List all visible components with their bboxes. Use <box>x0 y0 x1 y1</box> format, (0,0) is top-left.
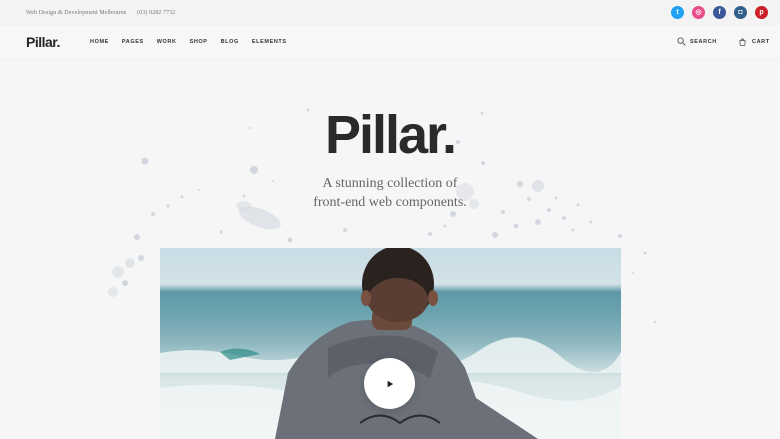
menu-item-blog[interactable]: BLOG <box>221 39 239 45</box>
hero-subtitle-line-2: front-end web components. <box>313 195 467 210</box>
cart-icon <box>739 38 746 46</box>
menu-item-home[interactable]: HOME <box>90 39 109 45</box>
play-button[interactable] <box>364 358 415 409</box>
site-logo[interactable]: Pillar. <box>26 34 60 50</box>
search-icon <box>677 37 686 46</box>
menu-item-elements[interactable]: ELEMENTS <box>252 39 287 45</box>
pinterest-icon[interactable]: p <box>755 6 768 19</box>
tagline: Web Design & Development Melbourne <box>26 10 127 16</box>
facebook-icon[interactable]: f <box>713 6 726 19</box>
search-button[interactable]: SEARCH <box>677 37 717 46</box>
navbar: Pillar. HOME PAGES WORK SHOP BLOG ELEMEN… <box>0 26 780 61</box>
menu-item-pages[interactable]: PAGES <box>122 39 144 45</box>
search-label: SEARCH <box>690 38 717 45</box>
hero-subtitle: A stunning collection of front-end web c… <box>0 174 780 212</box>
top-bar: Web Design & Development Melbourne (03) … <box>0 0 780 26</box>
play-icon <box>387 380 393 387</box>
hero-title: Pillar. <box>324 105 457 165</box>
twitter-icon[interactable]: t <box>671 6 684 19</box>
person-silhouette <box>275 248 538 439</box>
instagram-icon[interactable]: ◘ <box>734 6 747 19</box>
hero-subtitle-line-1: A stunning collection of <box>322 176 458 191</box>
main-menu: HOME PAGES WORK SHOP BLOG ELEMENTS <box>90 39 287 45</box>
menu-item-work[interactable]: WORK <box>157 39 177 45</box>
social-links: t ◎ f ◘ p <box>671 6 768 19</box>
video-thumbnail[interactable] <box>160 248 621 439</box>
cart-label: CART <box>752 38 770 45</box>
dribbble-icon[interactable]: ◎ <box>692 6 705 19</box>
phone-number[interactable]: (03) 9282 7732 <box>137 10 175 16</box>
cart-button[interactable]: CART <box>738 37 770 46</box>
menu-item-shop[interactable]: SHOP <box>190 39 208 45</box>
